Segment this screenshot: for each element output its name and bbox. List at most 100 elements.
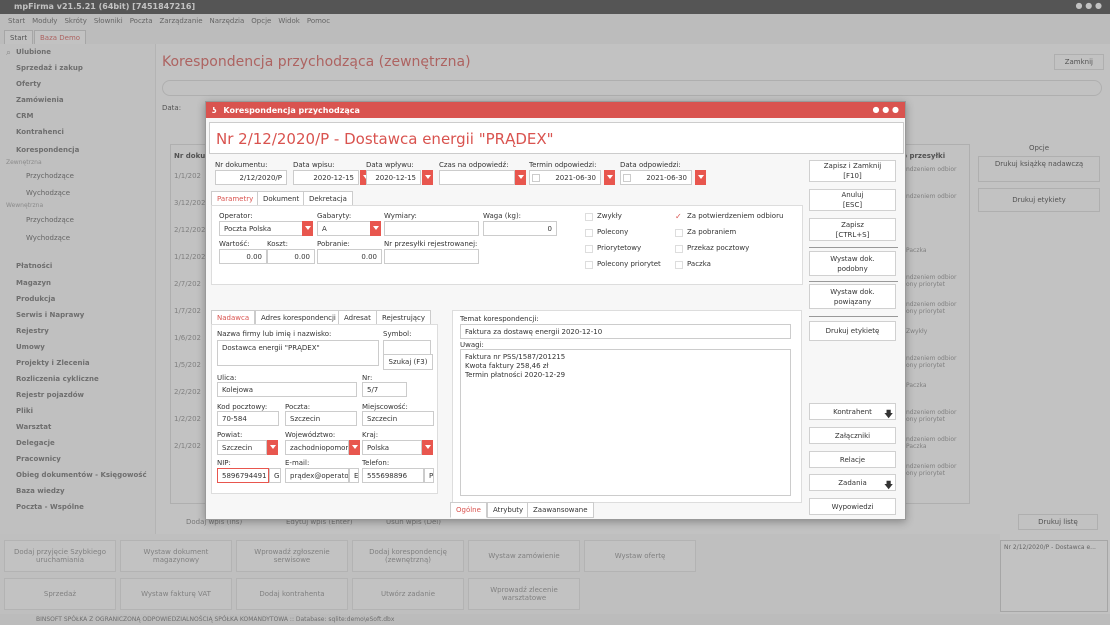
voivodeship-dropdown[interactable] xyxy=(349,440,360,455)
size-label: Gabaryty: xyxy=(317,212,352,220)
voivodeship-label: Województwo: xyxy=(285,431,336,439)
company-name-field[interactable]: Dostawca energii "PRĄDEX" xyxy=(217,340,379,366)
voivodeship-field[interactable]: zachodniopomor xyxy=(285,440,349,455)
delivery-option-label: Paczka xyxy=(687,260,711,268)
number-label: Nr: xyxy=(362,374,373,382)
doc-number-field[interactable]: 2/12/2020/P xyxy=(215,170,287,185)
phone-label: Telefon: xyxy=(362,459,390,467)
action-button[interactable]: Zadania xyxy=(809,474,896,491)
response-time-field[interactable] xyxy=(439,170,515,185)
postal-code-label: Kod pocztowy: xyxy=(217,403,268,411)
response-deadline-checkbox[interactable] xyxy=(532,174,540,182)
bottom-tab[interactable]: Atrybuty xyxy=(487,502,530,518)
nip-field[interactable]: 5896794491 xyxy=(217,468,269,483)
separator xyxy=(809,316,898,317)
entry-date-field[interactable]: 2020-12-15 xyxy=(293,170,359,185)
bottom-tab[interactable]: Zaawansowane xyxy=(527,502,594,518)
weight-field[interactable]: 0 xyxy=(483,221,557,236)
city-field[interactable]: Szczecin xyxy=(362,411,434,426)
separator xyxy=(809,281,898,282)
street-field[interactable]: Kolejowa xyxy=(217,382,357,397)
tracking-number-label: Nr przesyłki rejestrowanej: xyxy=(384,240,478,248)
value-label: Wartość: xyxy=(219,240,250,248)
nip-label: NIP: xyxy=(217,459,231,467)
symbol-field[interactable] xyxy=(383,340,431,355)
down-arrow-icon: 🡇 xyxy=(884,481,894,491)
country-field[interactable]: Polska xyxy=(362,440,422,455)
action-button[interactable]: Wystaw dok. powiązany xyxy=(809,284,896,309)
delivery-option-checkbox[interactable] xyxy=(585,261,593,269)
delivery-option-checkbox[interactable]: ✓ xyxy=(675,213,683,221)
response-date-checkbox[interactable] xyxy=(623,174,631,182)
notes-line: Faktura nr PSS/1587/201215 xyxy=(465,353,566,361)
action-button[interactable]: Drukuj etykietę xyxy=(809,321,896,341)
postal-code-field[interactable]: 70-584 xyxy=(217,411,279,426)
country-dropdown[interactable] xyxy=(422,440,433,455)
city-label: Miejscowość: xyxy=(362,403,408,411)
response-date-dropdown[interactable] xyxy=(695,170,706,185)
nip-gus-button[interactable]: G xyxy=(269,468,281,483)
receipt-date-label: Data wpływu: xyxy=(366,161,414,169)
delivery-option-label: Priorytetowy xyxy=(597,244,642,252)
operator-field[interactable]: Poczta Polska xyxy=(219,221,303,236)
value-field[interactable]: 0.00 xyxy=(219,249,267,264)
response-date-label: Data odpowiedzi: xyxy=(620,161,681,169)
response-deadline-dropdown[interactable] xyxy=(604,170,615,185)
delivery-option-checkbox[interactable] xyxy=(675,245,683,253)
bottom-tab[interactable]: Ogólne xyxy=(450,502,487,518)
response-time-dropdown[interactable] xyxy=(515,170,526,185)
number-field[interactable]: 5/7 xyxy=(362,382,407,397)
cod-label: Pobranie: xyxy=(317,240,350,248)
delivery-option-checkbox[interactable] xyxy=(675,229,683,237)
notes-line: Termin płatności 2020-12-29 xyxy=(465,371,566,379)
delivery-option-checkbox[interactable] xyxy=(585,245,593,253)
action-button[interactable]: Załączniki xyxy=(809,427,896,444)
tracking-number-field[interactable] xyxy=(384,249,479,264)
county-dropdown[interactable] xyxy=(267,440,278,455)
response-deadline-label: Termin odpowiedzi: xyxy=(529,161,597,169)
cost-field[interactable]: 0.00 xyxy=(267,249,315,264)
phone-call-button[interactable]: P xyxy=(424,468,434,483)
delivery-option-checkbox[interactable] xyxy=(585,229,593,237)
receipt-date-field[interactable]: 2020-12-15 xyxy=(366,170,421,185)
action-button[interactable]: Kontrahent xyxy=(809,403,896,420)
symbol-label: Symbol: xyxy=(383,330,412,338)
action-button[interactable]: Anuluj [ESC] xyxy=(809,189,896,211)
size-dropdown[interactable] xyxy=(370,221,381,236)
action-button[interactable]: Wypowiedzi xyxy=(809,498,896,515)
size-field[interactable]: A xyxy=(317,221,371,236)
email-field[interactable]: prądex@operator xyxy=(285,468,349,483)
response-time-label: Czas na odpowiedź: xyxy=(439,161,509,169)
subject-field[interactable]: Faktura za dostawę energii 2020-12-10 xyxy=(460,324,791,339)
notes-field[interactable]: Faktura nr PSS/1587/201215 Kwota faktury … xyxy=(460,349,791,496)
county-field[interactable]: Szczecin xyxy=(217,440,267,455)
delivery-option-checkbox[interactable] xyxy=(675,261,683,269)
cod-field[interactable]: 0.00 xyxy=(317,249,382,264)
email-label: E-mail: xyxy=(285,459,310,467)
dimensions-field[interactable] xyxy=(384,221,479,236)
separator xyxy=(809,247,898,248)
weight-label: Waga (kg): xyxy=(483,212,522,220)
search-contractor-button[interactable]: Szukaj (F3) xyxy=(383,354,433,370)
action-button[interactable]: Relacje xyxy=(809,451,896,468)
delivery-option-label: Polecony xyxy=(597,228,629,236)
action-button[interactable]: Zapisz i Zamknij [F10] xyxy=(809,160,896,182)
receipt-date-dropdown[interactable] xyxy=(422,170,433,185)
phone-field[interactable]: 555698896 xyxy=(362,468,424,483)
cost-label: Koszt: xyxy=(267,240,288,248)
delivery-option-checkbox[interactable] xyxy=(585,213,593,221)
action-button[interactable]: Zapisz [CTRL+S] xyxy=(809,218,896,241)
action-button[interactable]: Wystaw dok. podobny xyxy=(809,251,896,276)
country-label: Kraj: xyxy=(362,431,379,439)
county-label: Powiat: xyxy=(217,431,243,439)
delivery-option-label: Za pobraniem xyxy=(687,228,737,236)
operator-dropdown[interactable] xyxy=(302,221,313,236)
street-label: Ulica: xyxy=(217,374,237,382)
down-arrow-icon: 🡇 xyxy=(884,410,894,420)
post-office-label: Poczta: xyxy=(285,403,311,411)
delivery-option-label: Za potwierdzeniem odbioru xyxy=(687,212,784,220)
email-send-button[interactable]: E xyxy=(349,468,359,483)
subject-label: Temat korespondencji: xyxy=(460,315,539,323)
notes-label: Uwagi: xyxy=(460,341,484,349)
post-office-field[interactable]: Szczecin xyxy=(285,411,357,426)
